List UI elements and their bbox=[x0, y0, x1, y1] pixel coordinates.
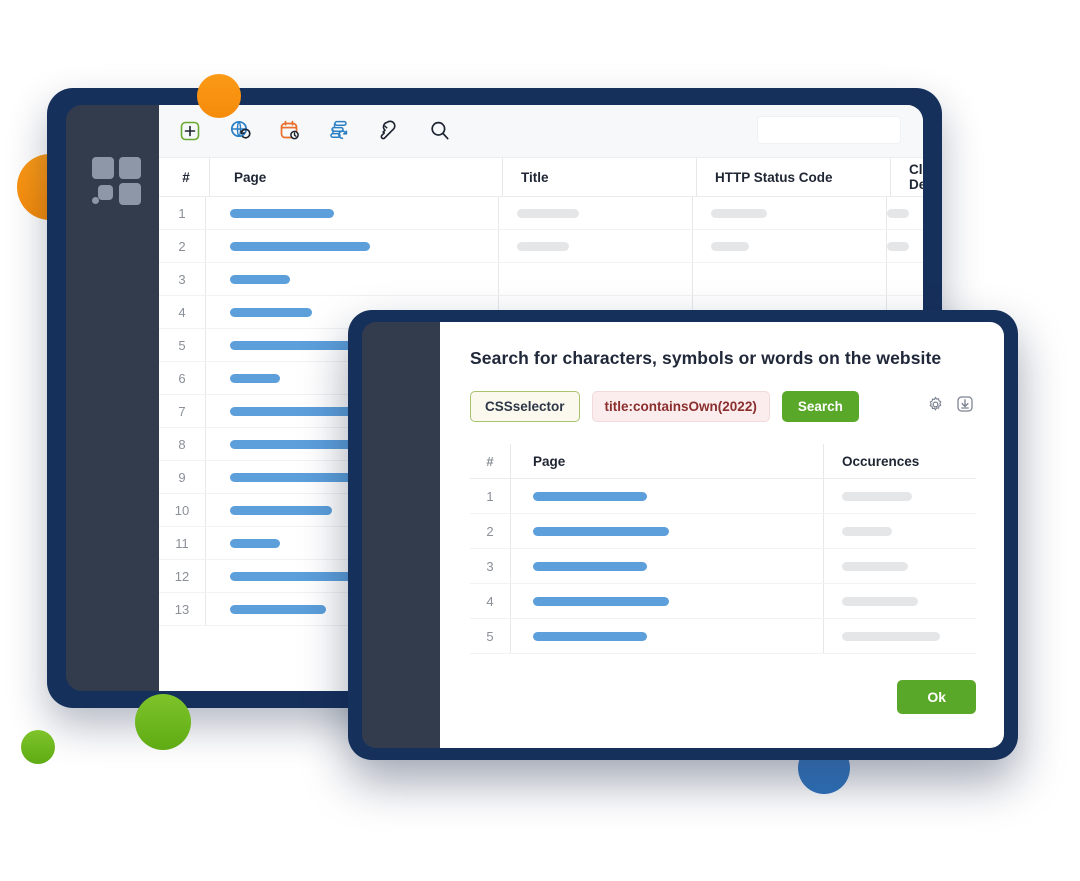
page-value-bar bbox=[230, 472, 352, 482]
page-value-bar bbox=[533, 596, 669, 606]
results-column-occurences: Occurences bbox=[842, 453, 920, 469]
query-input[interactable]: title:containsOwn(2022) bbox=[591, 391, 770, 422]
globe-history-icon[interactable] bbox=[225, 116, 255, 146]
row-index: 10 bbox=[174, 502, 190, 518]
row-index: 7 bbox=[178, 403, 186, 419]
search-icon[interactable] bbox=[425, 116, 455, 146]
row-index: 2 bbox=[178, 238, 186, 254]
page-value-bar bbox=[230, 505, 332, 515]
row-index: 9 bbox=[178, 469, 186, 485]
column-header-index: # bbox=[182, 169, 190, 185]
dialog-sidebar bbox=[362, 322, 440, 748]
page-value-bar bbox=[533, 491, 647, 501]
page-value-bar bbox=[533, 526, 669, 536]
table-row[interactable]: 2 bbox=[159, 230, 923, 263]
download-icon[interactable] bbox=[956, 395, 974, 418]
page-value-bar bbox=[533, 631, 647, 641]
table-row[interactable]: 2 bbox=[470, 514, 976, 549]
page-value-bar bbox=[230, 406, 362, 416]
search-dialog-inner: Search for characters, symbols or words … bbox=[362, 322, 1004, 748]
search-dialog-window: Search for characters, symbols or words … bbox=[348, 310, 1018, 760]
row-index: 4 bbox=[486, 593, 494, 609]
title-value-bar bbox=[517, 241, 569, 251]
decorative-green-circle-large bbox=[135, 694, 191, 750]
row-index: 8 bbox=[178, 436, 186, 452]
occurences-value-bar bbox=[842, 526, 892, 536]
crawler-sidebar[interactable] bbox=[66, 105, 159, 691]
crawler-table-header: # Page Title HTTP Status Code Click Dept… bbox=[159, 158, 923, 197]
table-row[interactable]: 4 bbox=[470, 584, 976, 619]
dialog-title: Search for characters, symbols or words … bbox=[470, 348, 942, 368]
occurences-value-bar bbox=[842, 631, 940, 641]
page-stage: # Page Title HTTP Status Code Click Dept… bbox=[0, 0, 1080, 881]
page-value-bar bbox=[533, 561, 647, 571]
click-depth-value-bar bbox=[887, 208, 909, 218]
calendar-schedule-icon[interactable] bbox=[275, 116, 305, 146]
page-value-bar bbox=[230, 439, 354, 449]
row-index: 2 bbox=[486, 523, 494, 539]
row-index: 1 bbox=[178, 205, 186, 221]
add-icon[interactable] bbox=[175, 116, 205, 146]
http-status-value-bar bbox=[711, 241, 749, 251]
gear-icon[interactable] bbox=[927, 396, 944, 418]
page-value-bar bbox=[230, 538, 280, 548]
table-row[interactable]: 1 bbox=[159, 197, 923, 230]
row-index: 4 bbox=[178, 304, 186, 320]
toolbar-search-input[interactable] bbox=[757, 116, 901, 144]
sitemap-refresh-icon[interactable] bbox=[325, 116, 355, 146]
table-row[interactable]: 5 bbox=[470, 619, 976, 654]
occurences-value-bar bbox=[842, 561, 908, 571]
css-selector-chip[interactable]: CSSselector bbox=[470, 391, 580, 422]
crawler-toolbar bbox=[159, 105, 923, 158]
results-table: # Page Occurences 1 2 3 4 5 bbox=[470, 444, 976, 654]
results-column-page: Page bbox=[533, 453, 566, 469]
decorative-orange-circle-top bbox=[197, 74, 241, 118]
search-controls: CSSselector title:containsOwn(2022) Sear… bbox=[470, 391, 976, 422]
dialog-body: Search for characters, symbols or words … bbox=[440, 322, 1004, 748]
row-index: 5 bbox=[486, 628, 494, 644]
page-value-bar bbox=[230, 571, 360, 581]
table-row[interactable]: 1 bbox=[470, 479, 976, 514]
row-index: 6 bbox=[178, 370, 186, 386]
http-status-value-bar bbox=[711, 208, 767, 218]
row-index: 1 bbox=[486, 488, 494, 504]
column-header-title: Title bbox=[521, 169, 549, 185]
column-header-click-depth: Click Depth bbox=[909, 162, 923, 192]
search-button[interactable]: Search bbox=[781, 391, 859, 422]
occurences-value-bar bbox=[842, 491, 912, 501]
page-value-bar bbox=[230, 307, 312, 317]
title-value-bar bbox=[517, 208, 579, 218]
table-row[interactable]: 3 bbox=[470, 549, 976, 584]
page-value-bar bbox=[230, 604, 326, 614]
click-depth-value-bar bbox=[887, 241, 909, 251]
page-value-bar bbox=[230, 241, 370, 251]
page-value-bar bbox=[230, 208, 334, 218]
page-value-bar bbox=[230, 274, 290, 284]
results-table-body: 1 2 3 4 5 bbox=[470, 479, 976, 654]
row-index: 11 bbox=[175, 535, 189, 551]
results-table-header: # Page Occurences bbox=[470, 444, 976, 479]
row-index: 3 bbox=[178, 271, 186, 287]
occurences-value-bar bbox=[842, 596, 918, 606]
results-column-index: # bbox=[486, 453, 494, 469]
page-value-bar bbox=[230, 373, 280, 383]
row-index: 3 bbox=[486, 558, 494, 574]
app-logo-grid-icon bbox=[92, 157, 144, 209]
table-row[interactable]: 3 bbox=[159, 263, 923, 296]
row-index: 13 bbox=[174, 601, 190, 617]
decorative-green-circle-small bbox=[21, 730, 55, 764]
wrench-icon[interactable] bbox=[375, 116, 405, 146]
page-value-bar bbox=[230, 340, 358, 350]
column-header-http-status: HTTP Status Code bbox=[715, 169, 833, 185]
column-header-page: Page bbox=[234, 169, 267, 185]
row-index: 5 bbox=[178, 337, 186, 353]
ok-button[interactable]: Ok bbox=[897, 680, 976, 714]
row-index: 12 bbox=[174, 568, 190, 584]
